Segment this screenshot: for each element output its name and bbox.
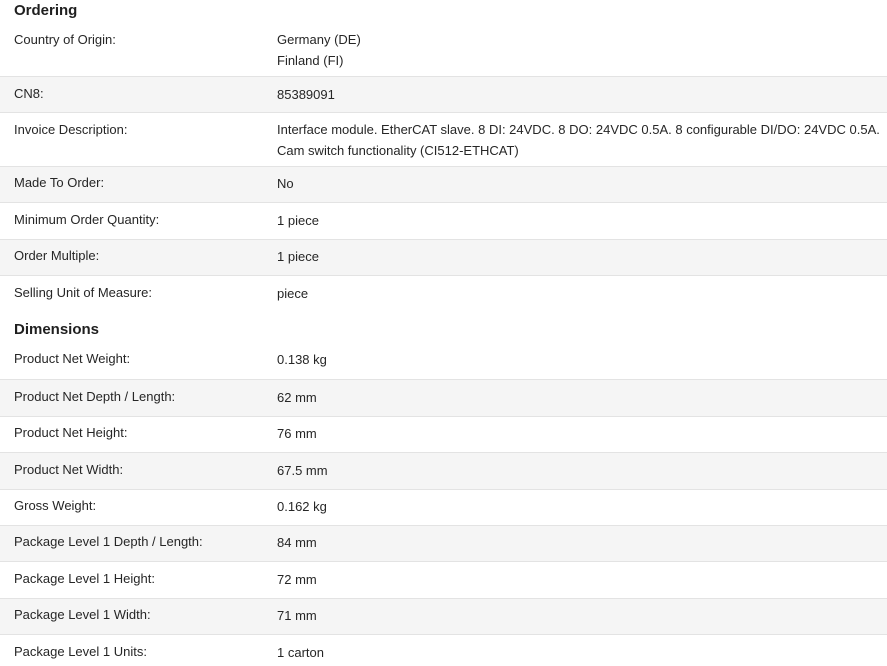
table-row: Order Multiple: 1 piece: [0, 239, 887, 275]
table-row: Selling Unit of Measure: piece: [0, 275, 887, 311]
row-value: 76 mm: [277, 423, 883, 444]
table-row: Package Level 1 Units: 1 carton: [0, 634, 887, 666]
value-line: 67.5 mm: [277, 463, 328, 478]
value-line: 0.138 kg: [277, 352, 327, 367]
value-line: 84 mm: [277, 535, 317, 550]
dimensions-section-title: Dimensions: [14, 321, 100, 338]
value-line: piece: [277, 286, 309, 301]
row-value: 71 mm: [277, 605, 883, 626]
table-row: Product Net Weight: 0.138 kg: [0, 343, 887, 379]
row-label: Selling Unit of Measure:: [14, 285, 153, 300]
row-value: 84 mm: [277, 532, 883, 553]
row-value: 1 piece: [277, 246, 883, 267]
row-label: Package Level 1 Height:: [14, 571, 155, 586]
value-line: 1 carton: [277, 645, 324, 660]
value-line: 0.162 kg: [277, 499, 327, 514]
value-line: 85389091: [277, 87, 335, 102]
value-line: Interface module. EtherCAT slave. 8 DI: …: [277, 122, 880, 137]
value-line: 62 mm: [277, 390, 317, 405]
value-line: 1 piece: [277, 213, 319, 228]
row-value: 72 mm: [277, 569, 883, 590]
row-label: Product Net Depth / Length:: [14, 389, 176, 404]
row-value: No: [277, 173, 883, 194]
row-label: Product Net Width:: [14, 462, 124, 477]
row-label: Gross Weight:: [14, 498, 97, 513]
table-row: Package Level 1 Depth / Length: 84 mm: [0, 525, 887, 561]
row-value: 1 piece: [277, 210, 883, 231]
row-label: CN8:: [14, 86, 44, 101]
row-label: Country of Origin:: [14, 32, 116, 47]
row-label: Package Level 1 Width:: [14, 607, 151, 622]
value-line: 71 mm: [277, 608, 317, 623]
table-row: Gross Weight: 0.162 kg: [0, 489, 887, 525]
table-row: Invoice Description: Interface module. E…: [0, 112, 887, 166]
ordering-section-title: Ordering: [14, 2, 78, 19]
value-line: Finland (FI): [277, 53, 344, 68]
product-details-page: Ordering Country of Origin: Germany (DE)…: [0, 0, 887, 666]
table-row: Product Net Width: 67.5 mm: [0, 452, 887, 489]
value-line: Germany (DE): [277, 32, 361, 47]
table-row: Product Net Height: 76 mm: [0, 416, 887, 452]
row-value: 62 mm: [277, 387, 883, 408]
row-label: Package Level 1 Depth / Length:: [14, 534, 203, 549]
value-line: 76 mm: [277, 426, 317, 441]
row-label: Invoice Description:: [14, 122, 128, 137]
value-line: 72 mm: [277, 572, 317, 587]
row-value: piece: [277, 283, 883, 304]
row-value: 67.5 mm: [277, 460, 883, 481]
row-label: Made To Order:: [14, 175, 105, 190]
row-value: Germany (DE) Finland (FI): [277, 29, 883, 71]
row-value: 0.138 kg: [277, 349, 883, 370]
row-value: 0.162 kg: [277, 496, 883, 517]
row-label: Order Multiple:: [14, 248, 100, 263]
table-row: Minimum Order Quantity: 1 piece: [0, 202, 887, 239]
table-row: Made To Order: No: [0, 166, 887, 202]
table-row: Country of Origin: Germany (DE) Finland …: [0, 26, 887, 77]
row-label: Package Level 1 Units:: [14, 644, 147, 659]
value-line: Cam switch functionality (CI512-ETHCAT): [277, 143, 519, 158]
table-row: Product Net Depth / Length: 62 mm: [0, 379, 887, 416]
row-value: Interface module. EtherCAT slave. 8 DI: …: [277, 119, 883, 161]
table-row: Package Level 1 Width: 71 mm: [0, 598, 887, 634]
row-value: 1 carton: [277, 642, 883, 663]
row-label: Product Net Height:: [14, 425, 128, 440]
value-line: No: [277, 176, 294, 191]
table-row: Package Level 1 Height: 72 mm: [0, 561, 887, 598]
row-label: Product Net Weight:: [14, 351, 131, 366]
table-row: CN8: 85389091: [0, 76, 887, 112]
row-value: 85389091: [277, 84, 883, 105]
row-label: Minimum Order Quantity:: [14, 212, 160, 227]
value-line: 1 piece: [277, 249, 319, 264]
